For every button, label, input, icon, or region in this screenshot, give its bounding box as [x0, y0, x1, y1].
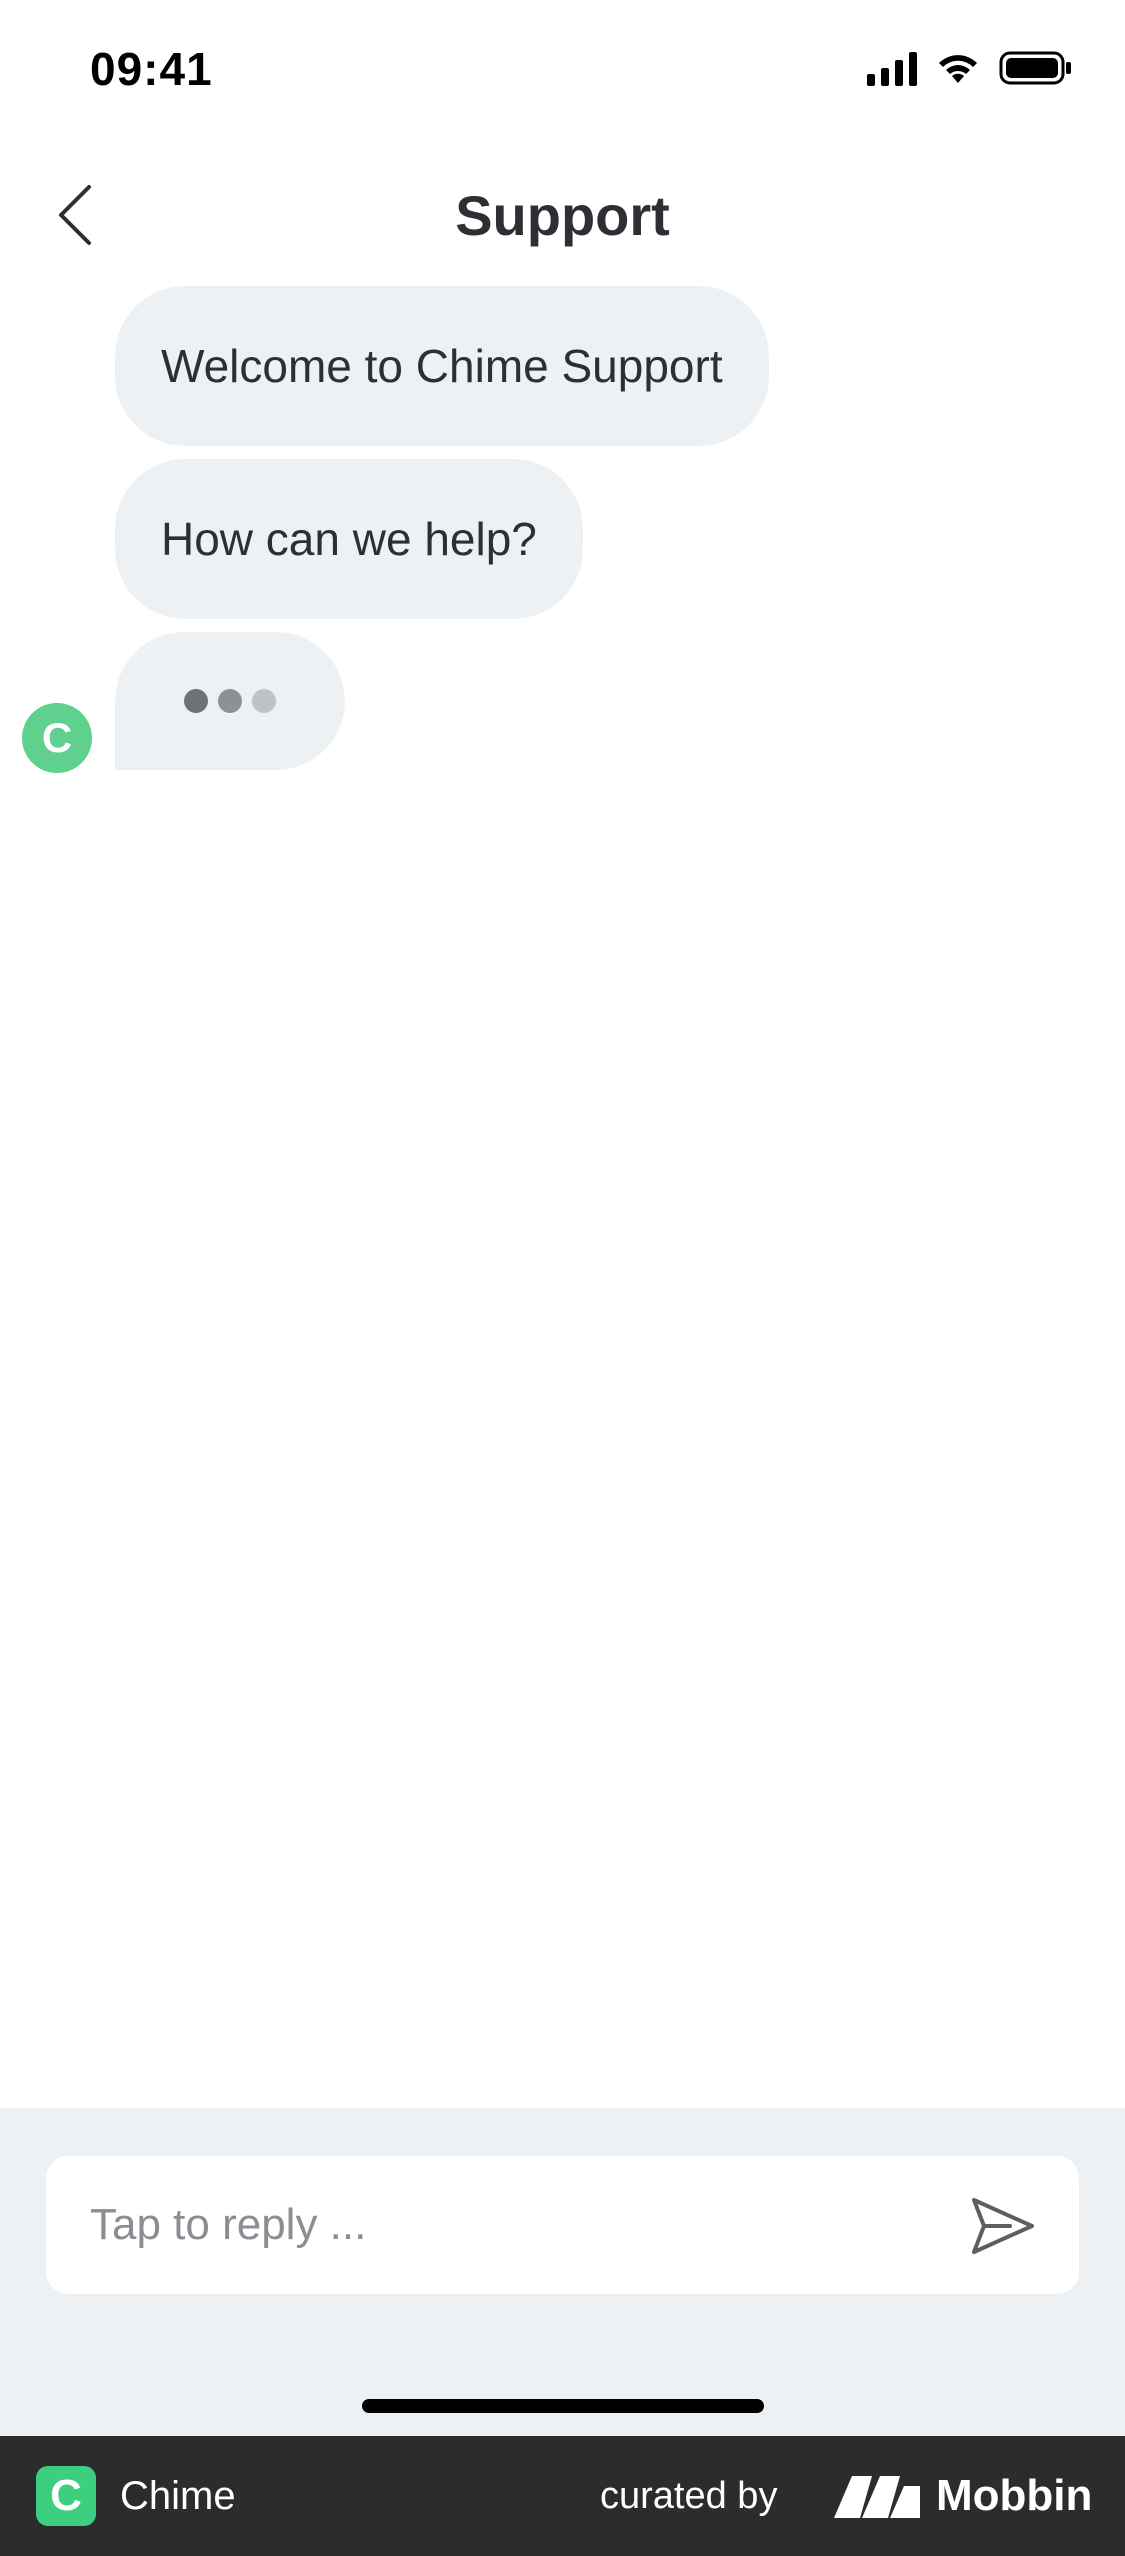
typing-dot	[184, 689, 208, 713]
status-time: 09:41	[90, 43, 213, 95]
chat-message-text: How can we help?	[161, 513, 537, 565]
reply-box	[46, 2156, 1079, 2294]
typing-dot	[218, 689, 242, 713]
agent-avatar: C	[22, 703, 92, 773]
curated-by-label: curated by	[600, 2474, 778, 2517]
home-indicator	[362, 2399, 764, 2413]
cellular-signal-icon	[867, 50, 917, 86]
chat-message-bubble: Welcome to Chime Support	[115, 286, 769, 446]
chat-message-text: Welcome to Chime Support	[161, 340, 723, 392]
send-button[interactable]	[963, 2186, 1043, 2266]
status-icons	[867, 50, 1073, 86]
chat-message-bubble: How can we help?	[115, 459, 583, 619]
app-logo: C	[36, 2466, 96, 2526]
footer-bar: C Chime curated by Mobbin	[0, 2436, 1125, 2556]
navigation-header: Support	[0, 150, 1125, 280]
typing-dot	[252, 689, 276, 713]
support-chat-screen: 09:41 Support Welcome to Chime Support H…	[0, 0, 1125, 2556]
page-title: Support	[455, 183, 670, 247]
composer-area	[0, 2108, 1125, 2436]
wifi-icon	[939, 55, 977, 83]
send-icon	[972, 2198, 1034, 2254]
app-name: Chime	[120, 2473, 236, 2518]
mobbin-brand: Mobbin	[936, 2471, 1093, 2520]
typing-indicator	[115, 632, 345, 770]
reply-input[interactable]	[90, 2156, 950, 2294]
mobbin-logo-icon	[834, 2476, 920, 2518]
battery-icon	[999, 51, 1071, 85]
status-bar: 09:41	[0, 0, 1125, 150]
